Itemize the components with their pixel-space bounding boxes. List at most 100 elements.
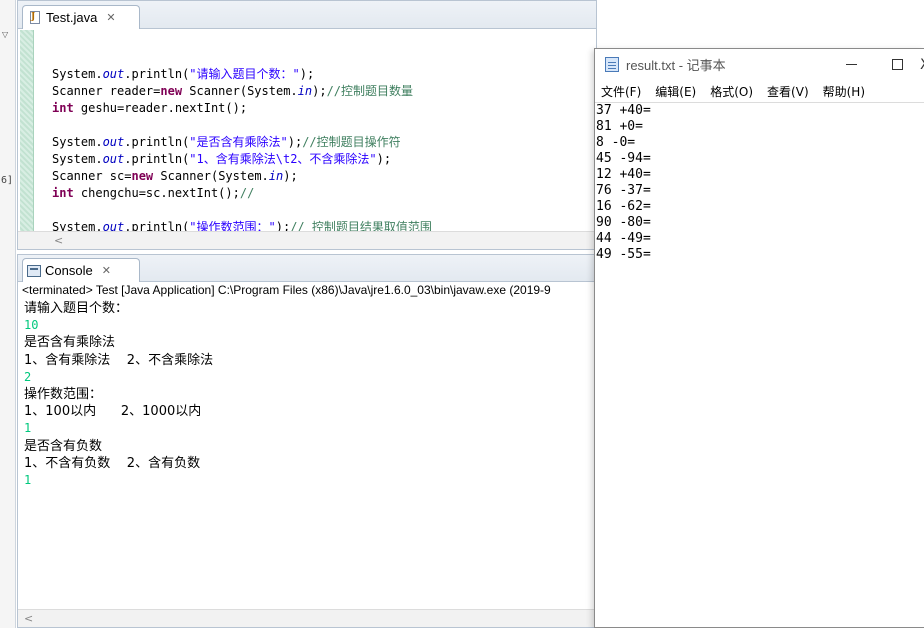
close-button[interactable]: X	[920, 49, 924, 80]
code-token: geshu=reader.nextInt();	[73, 101, 248, 115]
editor-tab-bar: J Test.java ✕	[18, 1, 596, 29]
code-line: int chengchu=sc.nextInt();//	[52, 185, 596, 202]
tab-label: Console	[45, 263, 93, 278]
notepad-text-area[interactable]: 37 +40= 81 +0= 8 -0= 45 -94= 12 +40= 76 -37= 1…	[595, 102, 924, 627]
left-edge-strip: ▽ 6]	[0, 0, 16, 628]
collapse-triangle-icon[interactable]: ▽	[2, 30, 8, 39]
maximize-button[interactable]	[874, 49, 920, 80]
console-output-line: 请输入题目个数：	[24, 301, 129, 316]
console-status-line: <terminated> Test [Java Application] C:\…	[22, 283, 551, 297]
console-input-line: 10	[24, 318, 39, 333]
code-token: );	[312, 84, 327, 98]
code-token: );	[299, 67, 315, 81]
code-token: );	[376, 152, 392, 166]
code-token: in	[297, 84, 313, 98]
code-token: in	[268, 169, 284, 183]
code-token: Scanner(System.	[153, 169, 269, 183]
minimize-button[interactable]	[828, 49, 874, 80]
text-line: 37 +40=	[596, 103, 651, 118]
close-icon: X	[920, 57, 924, 73]
console-input-line: 1	[24, 472, 32, 487]
code-line: Scanner reader=new Scanner(System.in);//…	[52, 83, 596, 100]
console-output-line: 1、100以内 2、1000以内	[24, 404, 202, 420]
notepad-window: result.txt - 记事本 X 文件(F) 编辑(E) 格式(O) 查看(V) 帮…	[594, 48, 924, 628]
code-token: .println(	[124, 152, 190, 166]
text-line: 90 -80=	[596, 215, 651, 230]
notepad-menu-bar: 文件(F) 编辑(E) 格式(O) 查看(V) 帮助(H)	[595, 80, 924, 102]
code-area[interactable]: System.out.println("请输入题目个数："); Scanner r…	[52, 30, 596, 232]
tab-console[interactable]: Console ✕	[22, 258, 140, 282]
code-token: System.	[52, 67, 103, 81]
java-file-icon: J	[29, 10, 41, 25]
console-output-line: 1、含有乘除法 2、不含乘除法	[24, 352, 214, 368]
maximize-icon	[891, 59, 903, 70]
code-token: "是否含有乘除法"	[189, 135, 288, 149]
minimize-icon	[845, 64, 857, 65]
code-token: //	[239, 186, 255, 200]
scroll-left-icon[interactable]: <	[24, 612, 33, 625]
code-token: .println(	[124, 135, 190, 149]
code-line: System.out.println("1、含有乘除法\t2、不含乘除法");	[52, 151, 596, 168]
text-line: 81 +0=	[596, 119, 643, 134]
code-token: new	[160, 84, 183, 98]
text-line: 76 -37=	[596, 183, 651, 198]
editor-horizontal-scrollbar[interactable]: <	[18, 231, 596, 249]
code-line: System.out.println("是否含有乘除法");//控制题目操作符	[52, 134, 596, 151]
code-token: "1、含有乘除法\t2、不含乘除法"	[189, 152, 377, 166]
code-token: "请输入题目个数："	[189, 67, 300, 81]
code-token: .println(	[124, 67, 190, 81]
menu-item[interactable]: 编辑(E)	[655, 83, 696, 100]
close-icon[interactable]: ✕	[106, 11, 115, 24]
menu-item[interactable]: 查看(V)	[767, 83, 809, 100]
menu-item[interactable]: 帮助(H)	[823, 83, 865, 100]
console-output-line: 是否含有负数	[24, 438, 103, 454]
code-token: int	[52, 186, 74, 200]
menu-item[interactable]: 格式(O)	[710, 83, 753, 100]
text-line: 45 -94=	[596, 151, 651, 166]
editor-view: J Test.java ✕ System.out.println("请输入题目个…	[17, 0, 597, 250]
code-token: Scanner(System.	[182, 84, 298, 98]
tab-test-java[interactable]: J Test.java ✕	[22, 5, 140, 29]
menu-item[interactable]: 文件(F)	[601, 83, 641, 100]
text-line: 8 -0=	[596, 135, 636, 150]
edge-marker: 6]	[1, 175, 14, 186]
code-token: out	[102, 135, 125, 149]
console-view: Console ✕ <terminated> Test [Java Applic…	[17, 254, 597, 628]
code-token: //控制题目操作符	[302, 135, 401, 149]
code-token: );	[283, 169, 298, 183]
code-token: );	[287, 135, 303, 149]
console-input-line: 1	[24, 421, 32, 436]
console-tab-bar: Console ✕	[18, 255, 596, 282]
code-line: System.out.println("请输入题目个数：");	[52, 66, 596, 83]
code-token: chengchu=sc.nextInt();	[73, 186, 240, 200]
console-input-line: 2	[24, 369, 32, 384]
notepad-icon	[605, 57, 619, 72]
console-icon	[27, 264, 41, 277]
code-token: System.	[52, 152, 103, 166]
console-horizontal-scrollbar[interactable]: <	[18, 609, 596, 627]
code-token: Scanner sc=	[52, 169, 132, 183]
code-token: out	[102, 67, 125, 81]
console-output-line: 1、不含有负数 2、含有负数	[24, 455, 201, 471]
code-token: //控制题目数量	[326, 84, 414, 98]
editor-gutter	[20, 30, 34, 232]
code-token: out	[102, 152, 125, 166]
console-output-line: 操作数范围：	[24, 386, 103, 402]
code-token: System.	[52, 135, 103, 149]
code-line: Scanner sc=new Scanner(System.in);	[52, 168, 596, 185]
console-output[interactable]: 请输入题目个数： 10 是否含有乘除法 1、含有乘除法 2、不含乘除法 2 操作数范围： 1…	[24, 300, 596, 489]
text-line: 12 +40=	[596, 167, 651, 182]
code-token: int	[52, 101, 74, 115]
code-line: int geshu=reader.nextInt();	[52, 100, 596, 117]
scroll-left-icon[interactable]: <	[54, 234, 63, 247]
close-icon[interactable]: ✕	[102, 264, 111, 277]
notepad-title-bar[interactable]: result.txt - 记事本 X	[595, 49, 924, 80]
text-line: 16 -62=	[596, 199, 651, 214]
window-title: result.txt - 记事本	[626, 58, 726, 73]
console-output-line: 是否含有乘除法	[24, 335, 116, 351]
code-token: new	[131, 169, 154, 183]
code-token: Scanner reader=	[52, 84, 161, 98]
text-line: 49 -55=	[596, 247, 651, 262]
